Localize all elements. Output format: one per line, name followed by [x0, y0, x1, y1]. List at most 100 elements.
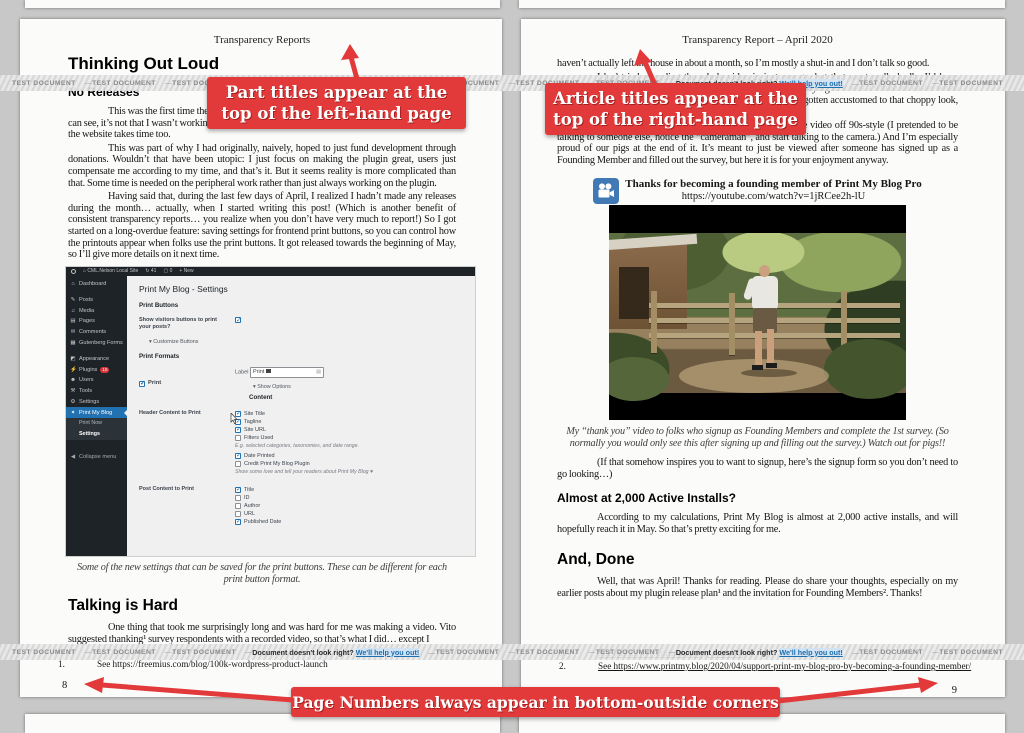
wp-sidebar-item-label: Collapse menu	[79, 454, 116, 460]
wp-sidebar-item-icon: ✉	[70, 329, 76, 335]
wp-sidebar-item-label: Users	[79, 377, 94, 383]
wp-show-options-toggle: ▾ Show Options	[253, 384, 463, 390]
video-camera-icon	[593, 178, 619, 204]
wp-sidebar-item-label: Print My Blog	[79, 410, 112, 416]
video-thumbnail[interactable]	[609, 205, 906, 420]
wp-checkbox-option: Tagline	[235, 418, 463, 426]
wp-sidebar-item: ⚡ Plugins 10	[66, 364, 127, 375]
wp-sidebar-item-icon: ⚒	[70, 388, 76, 394]
wp-site-name: CML.Nelson Local Site	[87, 268, 138, 274]
paragraph: haven’t actually left the house in about…	[557, 58, 958, 70]
wp-update-badge: 10	[100, 367, 109, 373]
wp-sidebar: ⌂ Dashboard ✎ Posts ♫ Media ▤ Pages	[66, 276, 127, 556]
wp-checkbox-option: Site Title	[235, 410, 463, 418]
video-caption: My “thank you” video to folks who signup…	[557, 426, 958, 450]
printer-icon	[266, 369, 271, 373]
wp-post-content-label: Post Content to Print	[139, 486, 235, 526]
wp-sidebar-item-icon: ☻	[70, 377, 76, 383]
paragraph: Having said that, during the last few da…	[68, 191, 456, 261]
person-at-gate	[747, 265, 787, 385]
wp-sidebar-item: ⌂ Dashboard	[66, 279, 127, 290]
wp-sidebar-item-label: Gutenberg Forms	[79, 340, 123, 346]
wordpress-logo-icon	[71, 269, 76, 274]
wp-sidebar-item-label: Settings	[79, 399, 99, 405]
wp-checkbox-option: Author	[235, 502, 463, 510]
wp-section-print-buttons: Print Buttons	[139, 302, 463, 309]
help-link[interactable]: We'll help you out!	[779, 648, 842, 657]
wp-sidebar-item-icon: ▦	[70, 340, 76, 346]
page-number-left: 8	[62, 680, 67, 691]
paragraph: This was part of why I had originally, n…	[68, 143, 456, 189]
running-head-left: Transparency Reports	[68, 34, 456, 46]
wp-sidebar-item-label: Posts	[79, 297, 93, 303]
running-head-right: Transparency Report – April 2020	[557, 34, 958, 46]
wp-checkbox-option: Date Printed	[235, 452, 463, 460]
wp-question-label: Show visitors buttons to print your post…	[139, 317, 235, 331]
test-document-ribbon-top: TEST DOCUMENT TEST DOCUMENT TEST DOCUMEN…	[0, 75, 1024, 91]
wp-sidebar-item: Print Now	[66, 418, 127, 429]
wp-section-print-formats: Print Formats	[139, 353, 463, 360]
wp-checkbox-option: Credit Print My Blog Plugin Show some lo…	[235, 460, 463, 476]
wp-sidebar-item-label: Plugins	[79, 367, 97, 373]
wp-sidebar-item-label: Comments	[79, 329, 106, 335]
wp-sidebar-item-icon: ⌂	[70, 281, 76, 287]
page-number-right: 9	[952, 685, 957, 696]
part-title: Thinking Out Loud	[68, 54, 456, 74]
wp-sidebar-item-icon: ✦	[70, 410, 76, 416]
wp-sidebar-item: ✉ Comments	[66, 327, 127, 338]
callout-page-numbers: Page Numbers always appear in bottom-out…	[291, 687, 780, 717]
screenshot-caption: Some of the new settings that can be sav…	[68, 562, 456, 586]
mouse-cursor-icon	[230, 413, 238, 424]
wp-new-button: + New	[179, 268, 193, 274]
wp-section-content: Content	[249, 394, 463, 401]
wp-label-field-caption: Label	[235, 369, 248, 375]
youtube-embed: Thanks for becoming a founding member of…	[578, 178, 938, 420]
wp-checkbox-option: URL	[235, 510, 463, 518]
thumbnail-art	[609, 233, 906, 393]
article-heading-and-done: And, Done	[557, 551, 958, 569]
wp-sidebar-item: Settings	[66, 429, 127, 440]
wp-sidebar-item-label: Appearance	[79, 356, 109, 362]
wp-checkbox-option: Site URL	[235, 426, 463, 434]
wp-checkbox-option: Published Date	[235, 518, 463, 526]
wp-print-format-checkbox: Print	[139, 367, 235, 401]
wp-sidebar-item: ◀ Collapse menu	[66, 452, 127, 463]
comments-icon: ▢	[163, 268, 168, 274]
wp-sidebar-item: ⚙ Settings	[66, 397, 127, 408]
field-picker-icon: ▤	[316, 369, 321, 375]
video-url[interactable]: https://youtube.com/watch?v=1jRCee2h-lU	[625, 191, 921, 203]
video-title: Thanks for becoming a founding member of…	[625, 178, 921, 191]
wp-checkbox-option: Title	[235, 486, 463, 494]
wp-sidebar-item: ♫ Media	[66, 305, 127, 316]
wp-sidebar-item: ◩ Appearance	[66, 353, 127, 364]
wp-sidebar-item-icon: ✎	[70, 297, 76, 303]
wp-sidebar-item: ☻ Users	[66, 375, 127, 386]
wp-sidebar-item-label: Dashboard	[79, 281, 106, 287]
wp-sidebar-item-label: Settings	[79, 431, 100, 437]
section-heading-installs: Almost at 2,000 Active Installs?	[557, 491, 958, 505]
wp-settings-panel: Print My Blog - Settings Print Buttons S…	[127, 276, 475, 526]
updates-icon: ↻	[145, 268, 149, 274]
footnote-link[interactable]: See https://www.printmy.blog/2020/04/sup…	[598, 660, 971, 673]
wp-header-content-label: Header Content to Print	[139, 410, 235, 478]
wp-updates-count: 41	[151, 268, 157, 274]
prev-page-right-edge	[519, 0, 1005, 8]
paragraph: Well, that was April! Thanks for reading…	[557, 576, 958, 599]
wp-sidebar-item: ▦ Gutenberg Forms	[66, 338, 127, 349]
wp-sidebar-item-icon: ◩	[70, 356, 76, 362]
wp-admin-bar: ⌂ CML.Nelson Local Site ↻ 41 ▢ 0 + New	[66, 267, 475, 276]
wp-customize-buttons-toggle: ▾ Customize Buttons	[149, 339, 463, 345]
wp-sidebar-item-icon: ▤	[70, 318, 76, 324]
paragraph: According to my calculations, Print My B…	[557, 512, 958, 535]
wp-sidebar-item-icon: ⚙	[70, 399, 76, 405]
wp-comments-count: 0	[170, 268, 173, 274]
help-link[interactable]: We'll help you out!	[356, 648, 419, 657]
prev-page-left-edge	[25, 0, 500, 8]
callout-article-titles: Article titles appear at the top of the …	[545, 83, 806, 135]
wp-sidebar-item: ⚒ Tools	[66, 386, 127, 397]
paragraph: One thing that took me surprisingly long…	[68, 622, 456, 645]
wp-sidebar-item-icon: ⚡	[70, 367, 76, 373]
wp-sidebar-item: ✎ Posts	[66, 295, 127, 306]
wp-sidebar-item-label: Pages	[79, 318, 95, 324]
wp-sidebar-item-label: Print Now	[79, 420, 102, 426]
